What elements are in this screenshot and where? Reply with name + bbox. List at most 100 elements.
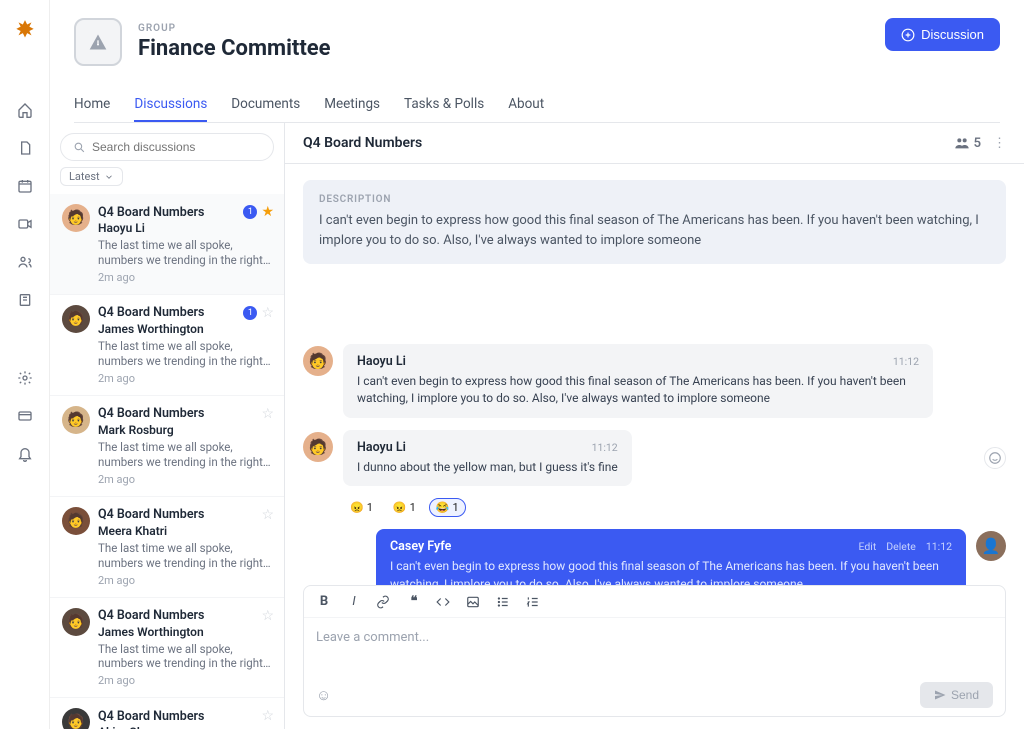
- document-icon[interactable]: [9, 132, 41, 164]
- image-icon[interactable]: [466, 595, 482, 609]
- discussion-item[interactable]: 🧑Q4 Board Numbers☆James WorthingtonThe l…: [50, 598, 284, 699]
- star-icon[interactable]: ☆: [261, 406, 274, 422]
- send-button[interactable]: Send: [920, 682, 993, 708]
- home-icon[interactable]: [9, 94, 41, 126]
- avatar: 🧑: [62, 305, 90, 333]
- avatar[interactable]: 👤: [976, 531, 1006, 561]
- quote-icon[interactable]: ❝: [406, 594, 422, 609]
- search-icon: [73, 141, 86, 154]
- group-title: Finance Committee: [138, 36, 331, 61]
- discussion-item-time: 2m ago: [98, 574, 274, 587]
- discussion-item-title: Q4 Board Numbers: [98, 608, 204, 623]
- avatar: 🧑: [62, 507, 90, 535]
- discussion-item-author: Mark Rosburg: [98, 423, 274, 437]
- calendar-icon[interactable]: [9, 170, 41, 202]
- emoji-picker-button[interactable]: ☺: [316, 686, 331, 704]
- comment-input[interactable]: [316, 630, 993, 660]
- tabs: Home Discussions Documents Meetings Task…: [74, 88, 1000, 123]
- sort-filter[interactable]: Latest: [60, 167, 123, 186]
- tab-tasks[interactable]: Tasks & Polls: [404, 88, 484, 122]
- discussion-item-author: Haoyu Li: [98, 221, 274, 235]
- star-icon[interactable]: ☆: [261, 507, 274, 523]
- avatar: 🧑: [62, 608, 90, 636]
- reaction[interactable]: 😠 1: [386, 498, 423, 517]
- book-icon[interactable]: [9, 284, 41, 316]
- app-logo[interactable]: [12, 18, 38, 44]
- page-header: GROUP Finance Committee Discussion Home …: [50, 0, 1024, 123]
- star-icon[interactable]: ☆: [261, 305, 274, 321]
- unread-badge: 1: [243, 205, 257, 219]
- new-discussion-button[interactable]: Discussion: [885, 18, 1000, 51]
- tab-discussions[interactable]: Discussions: [134, 88, 207, 122]
- star-icon[interactable]: ★: [261, 204, 274, 220]
- discussion-item-time: 2m ago: [98, 473, 274, 486]
- link-icon[interactable]: [376, 595, 392, 609]
- participants-number: 5: [974, 136, 981, 151]
- side-rail: [0, 0, 50, 729]
- star-icon[interactable]: ☆: [261, 708, 274, 724]
- sort-label: Latest: [69, 170, 100, 183]
- discussion-item[interactable]: 🧑Q4 Board Numbers☆Meera KhatriThe last t…: [50, 497, 284, 598]
- video-icon[interactable]: [9, 208, 41, 240]
- search-input-wrap[interactable]: [60, 133, 274, 161]
- bullet-list-icon[interactable]: [496, 595, 512, 609]
- avatar: 🧑: [62, 708, 90, 729]
- discussion-item-title: Q4 Board Numbers: [98, 305, 204, 320]
- description-label: DESCRIPTION: [319, 194, 990, 205]
- discussion-item[interactable]: 🧑Q4 Board Numbers☆Akira ChenThe last tim…: [50, 698, 284, 729]
- discussion-item-time: 2m ago: [98, 271, 274, 284]
- numbered-list-icon[interactable]: [526, 595, 542, 609]
- add-reaction-button[interactable]: [984, 447, 1006, 469]
- message-time: 11:12: [893, 355, 919, 368]
- search-input[interactable]: [92, 140, 261, 154]
- message-author: Haoyu Li: [357, 354, 406, 369]
- code-icon[interactable]: [436, 595, 452, 609]
- discussion-list-column: Latest 🧑 Q4 Board Numbers 1 ★Haoyu Li The la…: [50, 123, 285, 729]
- tab-documents[interactable]: Documents: [231, 88, 300, 122]
- settings-icon[interactable]: [9, 362, 41, 394]
- message-row: 🧑 Haoyu Li 11:12 I can't even begin to e…: [303, 344, 1006, 418]
- discussion-item-author: Akira Chen: [98, 725, 274, 729]
- message-time: 11:12: [592, 441, 618, 454]
- unread-badge: 1: [243, 306, 257, 320]
- avatar[interactable]: 🧑: [303, 432, 333, 462]
- tab-about[interactable]: About: [508, 88, 544, 122]
- message-row: 🧑 Haoyu Li 11:12 I dunno about the yello…: [303, 430, 1006, 486]
- edit-message[interactable]: Edit: [858, 540, 876, 553]
- users-icon: [954, 135, 970, 151]
- discussion-detail: Q4 Board Numbers 5 ⋮ DESCRIPTION I can't…: [285, 123, 1024, 729]
- send-label: Send: [951, 688, 979, 702]
- bell-icon[interactable]: [9, 438, 41, 470]
- discussion-item-title: Q4 Board Numbers: [98, 406, 204, 421]
- discussion-item-author: James Worthington: [98, 625, 274, 639]
- tab-meetings[interactable]: Meetings: [324, 88, 380, 122]
- message-time: 11:12: [926, 540, 952, 553]
- reaction[interactable]: 😂 1: [429, 498, 466, 517]
- discussion-item[interactable]: 🧑Q4 Board Numbers1☆James WorthingtonThe …: [50, 295, 284, 396]
- users-icon[interactable]: [9, 246, 41, 278]
- participants-count[interactable]: 5: [954, 135, 981, 151]
- message-text: I can't even begin to express how good t…: [390, 558, 952, 585]
- discussion-item[interactable]: 🧑Q4 Board Numbers1★Haoyu LiThe last time…: [50, 194, 284, 295]
- discussion-item-snippet: The last time we all spoke, numbers we t…: [98, 339, 274, 369]
- more-menu[interactable]: ⋮: [993, 136, 1006, 151]
- star-icon[interactable]: ☆: [261, 608, 274, 624]
- tab-home[interactable]: Home: [74, 88, 110, 122]
- new-discussion-label: Discussion: [921, 27, 984, 42]
- italic-icon[interactable]: I: [346, 594, 362, 609]
- discussion-item-title: Q4 Board Numbers: [98, 709, 204, 724]
- chevron-down-icon: [104, 172, 114, 182]
- reactions-bar: 😠 1 😠 1 😂 1: [343, 498, 1006, 517]
- avatar[interactable]: 🧑: [303, 346, 333, 376]
- reaction[interactable]: 😠 1: [343, 498, 380, 517]
- group-avatar[interactable]: [74, 18, 122, 66]
- composer-toolbar: B I ❝: [304, 586, 1005, 618]
- discussion-item-snippet: The last time we all spoke, numbers we t…: [98, 541, 274, 571]
- message-author: Haoyu Li: [357, 440, 406, 455]
- message-text: I dunno about the yellow man, but I gues…: [357, 459, 618, 476]
- discussion-item[interactable]: 🧑Q4 Board Numbers☆Mark RosburgThe last t…: [50, 396, 284, 497]
- main-column: GROUP Finance Committee Discussion Home …: [50, 0, 1024, 729]
- bold-icon[interactable]: B: [316, 594, 332, 609]
- delete-message[interactable]: Delete: [886, 540, 916, 553]
- card-icon[interactable]: [9, 400, 41, 432]
